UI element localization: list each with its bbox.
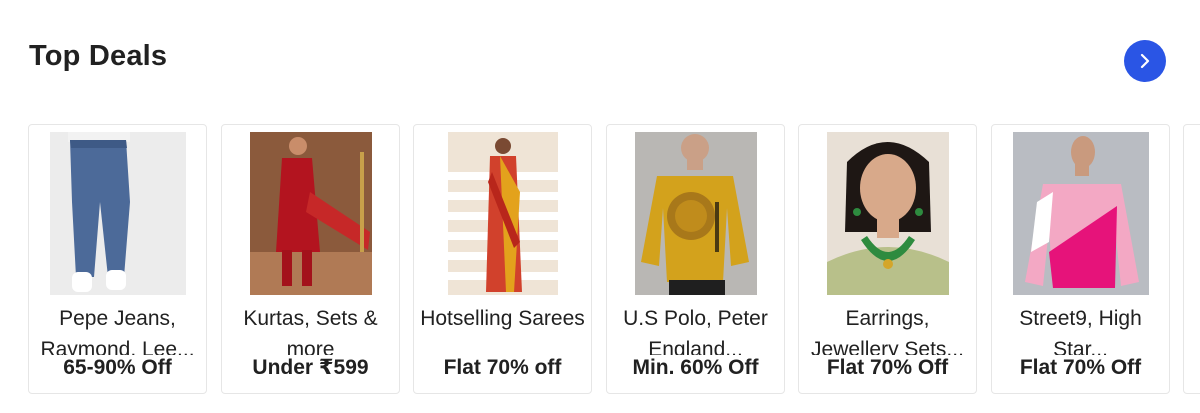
- deal-offer: 65-90% Off: [29, 355, 206, 381]
- deal-card[interactable]: U.S Polo, Peter England... Min. 60% Off: [606, 124, 785, 394]
- deal-name: Earrings, Jewellery Sets...: [811, 307, 964, 356]
- deal-offer: Flat 70% Off: [799, 355, 976, 381]
- deal-offer: Under ₹599: [222, 355, 399, 381]
- sweatshirt-product-image: [634, 132, 757, 295]
- deal-card-partial[interactable]: [1183, 124, 1200, 394]
- jewellery-product-image: [826, 132, 949, 295]
- deal-card[interactable]: Pepe Jeans, Raymond, Lee... 65-90% Off: [28, 124, 207, 394]
- kurta-set-product-image: [249, 132, 372, 295]
- deal-card[interactable]: Earrings, Jewellery Sets... Flat 70% Off: [798, 124, 977, 394]
- section-title: Top Deals: [29, 40, 168, 72]
- deal-card[interactable]: Hotselling Sarees Flat 70% off: [413, 124, 592, 394]
- deal-offer: Min. 60% Off: [607, 355, 784, 381]
- deal-offer: Flat 70% Off: [992, 355, 1169, 381]
- deal-card[interactable]: Kurtas, Sets & more Under ₹599: [221, 124, 400, 394]
- deal-name: U.S Polo, Peter England...: [623, 307, 768, 356]
- deal-name: Pepe Jeans, Raymond, Lee...: [40, 307, 195, 356]
- deal-name: Hotselling Sarees: [420, 307, 585, 330]
- chevron-right-icon: [1140, 53, 1150, 69]
- saree-product-image: [447, 132, 558, 295]
- deal-offer: Flat 70% off: [414, 355, 591, 381]
- womens-sweatshirt-product-image: [1012, 132, 1149, 295]
- deal-name: Kurtas, Sets & more: [243, 307, 378, 356]
- deal-name: Street9, High Star...: [1019, 307, 1142, 356]
- jeans-product-image: [49, 132, 186, 295]
- deal-card[interactable]: Street9, High Star... Flat 70% Off: [991, 124, 1170, 394]
- next-arrow-button[interactable]: [1124, 40, 1166, 82]
